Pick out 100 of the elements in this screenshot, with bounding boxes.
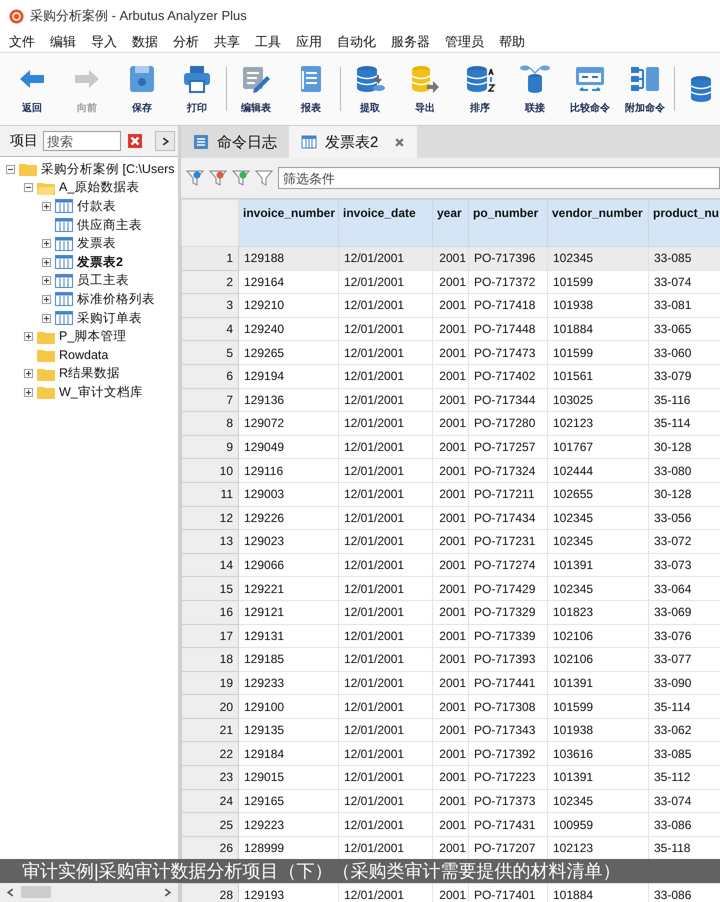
table-cell: 102345 xyxy=(553,582,594,596)
window-title: 采购分析案例 - Arbutus Analyzer Plus xyxy=(30,7,247,25)
toolbar-button[interactable]: 排序 xyxy=(454,56,506,122)
expand-icon[interactable] xyxy=(42,258,51,267)
table-cell: PO-717339 xyxy=(474,628,536,643)
column-header[interactable]: vendor_number xyxy=(548,200,648,246)
collapse-icon[interactable] xyxy=(6,164,15,174)
table-cell: 102345 xyxy=(553,534,594,548)
table-cell: 101599 xyxy=(553,274,594,289)
filter-field[interactable]: 筛选条件 xyxy=(278,167,720,189)
menu-item[interactable]: 文件 xyxy=(9,33,35,51)
table-cell: 2001 xyxy=(439,369,466,384)
menu-item[interactable]: 服务器 xyxy=(391,33,430,51)
menu-item[interactable]: 帮助 xyxy=(499,33,525,51)
column-header[interactable]: year xyxy=(432,200,468,246)
toolbar-button[interactable]: 提取 xyxy=(344,56,396,122)
menu-item[interactable]: 导入 xyxy=(91,33,117,51)
column-header[interactable]: invoice_number xyxy=(238,200,338,246)
table-cell: 33-086 xyxy=(654,888,692,902)
tree-item[interactable]: Rowdata xyxy=(59,348,108,362)
column-header[interactable]: invoice_date xyxy=(338,200,432,246)
table-cell: 12/01/2001 xyxy=(344,676,404,690)
clear-icon[interactable] xyxy=(128,134,142,148)
expand-icon[interactable] xyxy=(24,388,33,397)
table-cell: 2001 xyxy=(439,440,466,454)
menu-item[interactable]: 数据 xyxy=(132,33,158,51)
toolbar-button[interactable]: 比较命令 xyxy=(564,56,616,122)
table-cell: 33-085 xyxy=(654,251,692,266)
table-cell: 2001 xyxy=(439,534,466,548)
table-cell: 12/01/2001 xyxy=(344,558,404,572)
tree-item[interactable]: 采购订单表 xyxy=(77,310,142,327)
table-cell: 12/01/2001 xyxy=(344,510,404,525)
toolbar-button[interactable]: 返回 xyxy=(6,56,58,122)
toolbar-button[interactable]: 联接 xyxy=(509,56,561,122)
filter-icon[interactable] xyxy=(186,169,204,187)
menu-item[interactable]: 共享 xyxy=(214,33,240,51)
tab[interactable]: 发票表2 xyxy=(289,126,418,158)
table-icon xyxy=(55,218,73,232)
filter-icon[interactable] xyxy=(209,169,227,187)
expand-icon[interactable] xyxy=(24,332,33,342)
column-header[interactable]: product_nu xyxy=(648,200,720,246)
menu-item[interactable]: 管理员 xyxy=(445,33,484,51)
table-cell: 33-074 xyxy=(654,274,692,289)
tree-item[interactable]: 员工主表 xyxy=(77,272,129,290)
expand-icon[interactable] xyxy=(42,294,51,304)
tree-item[interactable]: 供应商主表 xyxy=(77,216,142,234)
expand-icon[interactable] xyxy=(42,314,51,323)
column-header[interactable]: po_number xyxy=(468,200,548,246)
table-cell: 33-080 xyxy=(654,464,692,478)
table-cell: 129221 xyxy=(244,582,284,596)
menu-item[interactable]: 分析 xyxy=(173,33,199,51)
expand-icon[interactable] xyxy=(42,276,51,286)
menu-item[interactable]: 应用 xyxy=(296,33,322,51)
expand-icon[interactable] xyxy=(42,239,51,248)
tree-item[interactable]: W_审计文档库 xyxy=(59,384,143,401)
table-cell: PO-717274 xyxy=(474,558,536,572)
menu-item[interactable]: 编辑 xyxy=(50,33,76,51)
toolbar-button[interactable]: 报表 xyxy=(285,56,337,122)
table-cell: PO-717393 xyxy=(474,652,536,666)
scroll-left-icon[interactable] xyxy=(6,888,15,896)
caption-banner: 审计实例|采购审计数据分析项目（下）（采购类审计需要提供的材料清单） xyxy=(0,859,720,883)
tree-item[interactable]: 发票表 xyxy=(77,235,116,252)
list-icon xyxy=(193,134,209,150)
table-cell: 129066 xyxy=(244,558,284,572)
close-icon[interactable] xyxy=(394,136,406,148)
menu-item[interactable]: 工具 xyxy=(255,33,281,51)
tree-item[interactable]: R结果数据 xyxy=(59,365,120,382)
expand-icon[interactable] xyxy=(24,369,33,378)
expand-icon[interactable] xyxy=(42,202,51,211)
filter-icon[interactable] xyxy=(255,169,273,187)
toolbar-button[interactable]: 附加命令 xyxy=(619,56,671,122)
tree-item[interactable]: 发票表2 xyxy=(77,254,123,271)
tree-item[interactable]: 付款表 xyxy=(77,198,116,215)
tree-item[interactable]: P_脚本管理 xyxy=(59,328,126,346)
menu-item[interactable]: 自动化 xyxy=(337,33,376,51)
filter-icon[interactable] xyxy=(232,169,250,187)
table-cell: 33-085 xyxy=(654,746,692,761)
table-icon xyxy=(55,292,73,306)
tree-item[interactable]: 采购分析案例 [C:\Users xyxy=(41,160,175,178)
table-cell: 2001 xyxy=(439,392,466,407)
table-cell: 101599 xyxy=(553,346,594,360)
row-number: 6 xyxy=(226,369,233,384)
toolbar-button[interactable]: 编辑表 xyxy=(230,56,282,122)
row-number: 24 xyxy=(220,794,233,808)
table-cell: 129185 xyxy=(244,652,284,666)
collapse-button[interactable] xyxy=(155,131,175,151)
scroll-right-icon[interactable] xyxy=(163,888,172,896)
row-number: 22 xyxy=(220,746,233,761)
toolbar-button[interactable]: 打印 xyxy=(171,56,223,122)
scrollbar-thumb[interactable] xyxy=(21,886,51,898)
toolbar-button[interactable]: 保存 xyxy=(116,56,168,122)
collapse-icon[interactable] xyxy=(24,183,33,192)
table-cell: 35-114 xyxy=(654,700,690,714)
tree-item[interactable]: 标准价格列表 xyxy=(77,290,155,308)
tree-item[interactable]: A_原始数据表 xyxy=(59,179,140,196)
table-cell: 12/01/2001 xyxy=(344,440,404,454)
table-cell: 12/01/2001 xyxy=(344,746,404,761)
table-cell: PO-717207 xyxy=(474,841,536,856)
search-field[interactable]: 搜索 xyxy=(43,131,121,151)
toolbar-button[interactable]: 导出 xyxy=(399,56,451,122)
